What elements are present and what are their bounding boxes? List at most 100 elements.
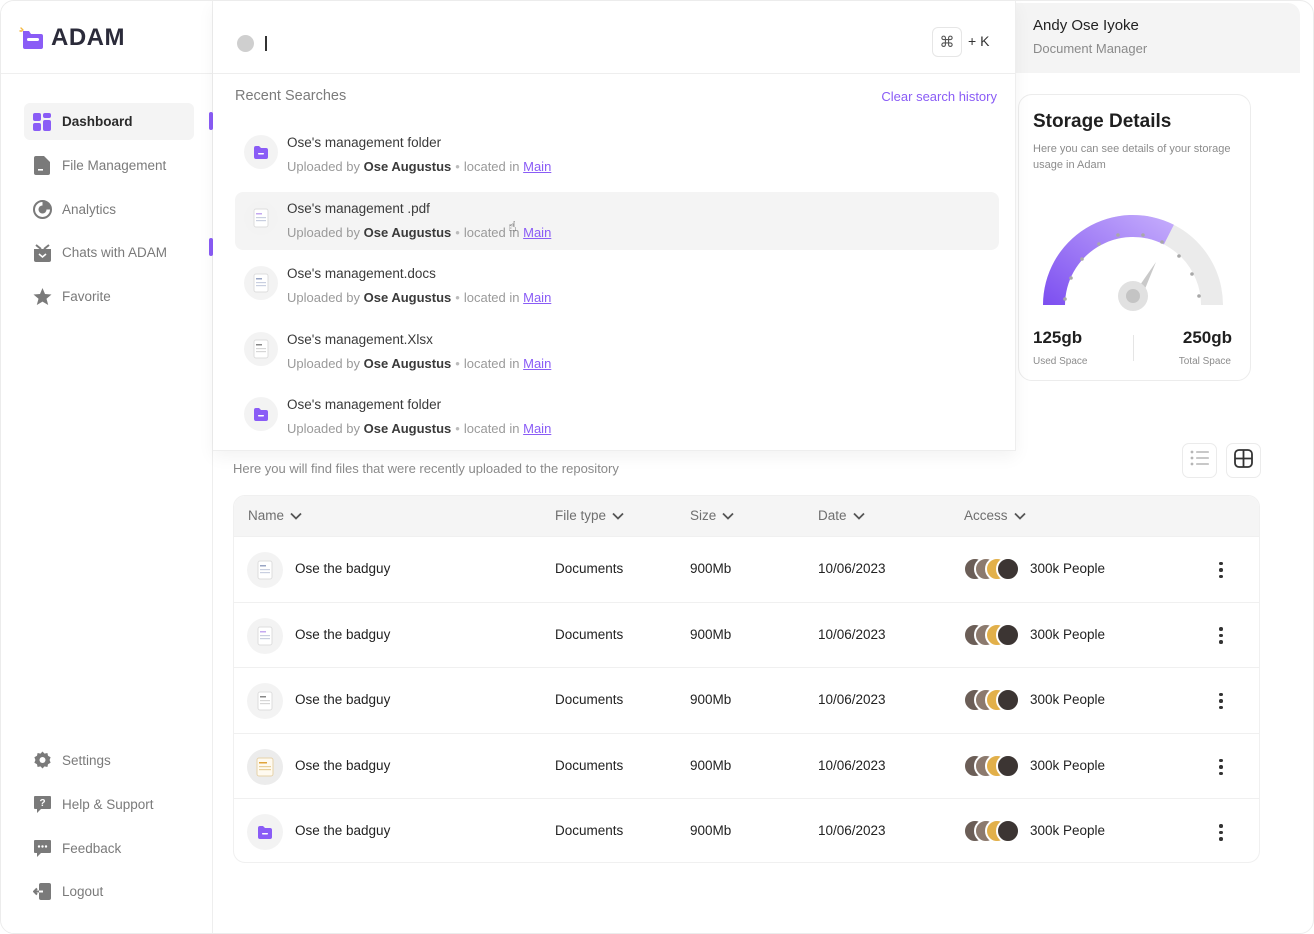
- avatar: [996, 753, 1020, 778]
- feedback-icon: [32, 838, 52, 858]
- uploader-name: Ose Augustus: [363, 421, 452, 437]
- list-icon: [1190, 450, 1210, 471]
- files-table: Name File type Size Date Access Ose the …: [233, 495, 1260, 863]
- total-space-label: Total Space: [1178, 356, 1231, 367]
- table-row[interactable]: Ose the badguy Documents 900Mb 10/06/202…: [234, 732, 1259, 799]
- location-link[interactable]: Main: [523, 225, 551, 240]
- storage-description: Here you can see details of your storage…: [1033, 143, 1231, 171]
- folder-icon: [247, 814, 283, 851]
- access-avatars: [963, 688, 1023, 713]
- logo[interactable]: ADAM: [19, 23, 125, 53]
- table-row[interactable]: Ose the badguy Documents 900Mb 10/06/202…: [234, 601, 1259, 668]
- table-row[interactable]: Ose the badguy Documents 900Mb 10/06/202…: [234, 798, 1259, 862]
- pdf-file-icon: [247, 617, 283, 654]
- column-header-file-type[interactable]: File type: [555, 508, 624, 523]
- search-icon: [237, 35, 254, 52]
- result-meta: Uploaded by Ose Augustus • located in Main: [287, 355, 552, 371]
- hand-cursor-icon: ☝: [508, 217, 517, 234]
- doc-file-icon: [247, 552, 283, 588]
- file-size: 900Mb: [690, 692, 732, 708]
- sidebar-item-chats[interactable]: Chats with ADAM: [24, 234, 194, 271]
- search-dropdown: ⌘ + K Recent Searches Clear search histo…: [213, 1, 1016, 451]
- avatar: [996, 622, 1020, 647]
- file-type: Documents: [555, 823, 624, 839]
- list-view-button[interactable]: [1182, 443, 1217, 478]
- storage-details-card: Storage Details Here you can see details…: [1018, 94, 1251, 381]
- access-avatars: [963, 753, 1023, 778]
- result-title: Ose's management folder: [287, 135, 442, 150]
- recent-search-item[interactable]: Ose's management.Xlsx Uploaded by Ose Au…: [235, 323, 999, 381]
- avatar: [996, 819, 1020, 844]
- file-size: 900Mb: [690, 626, 732, 642]
- sidebar-item-logout[interactable]: Logout: [24, 873, 194, 910]
- sidebar-item-favorite[interactable]: Favorite: [24, 278, 194, 315]
- row-menu-button[interactable]: [1211, 624, 1231, 648]
- recent-search-item[interactable]: Ose's management .pdf Uploaded by Ose Au…: [235, 191, 999, 250]
- sidebar-item-label: Analytics: [62, 201, 117, 217]
- access-avatars: [963, 622, 1023, 647]
- row-menu-button[interactable]: [1211, 558, 1231, 582]
- uploader-name: Ose Augustus: [363, 355, 452, 371]
- recent-search-item[interactable]: Ose's management.docs Uploaded by Ose Au…: [235, 257, 999, 315]
- xlsx-file-icon: [244, 331, 278, 366]
- file-date: 10/06/2023: [818, 757, 886, 773]
- result-meta: Uploaded by Ose Augustus • located in Main: [287, 290, 552, 306]
- table-row[interactable]: Ose the badguy Documents 900Mb 10/06/202…: [234, 536, 1259, 602]
- gear-icon: [32, 751, 52, 771]
- location-link[interactable]: Main: [523, 159, 551, 174]
- result-title: Ose's management.docs: [287, 266, 436, 282]
- row-menu-button[interactable]: [1211, 689, 1231, 713]
- location-link[interactable]: Main: [523, 356, 551, 371]
- file-name: Ose the badguy: [295, 561, 391, 576]
- access-count: 300k People: [1030, 823, 1106, 839]
- access-count: 300k People: [1030, 626, 1106, 642]
- sidebar-item-dashboard[interactable]: Dashboard: [24, 103, 194, 140]
- sidebar-item-analytics[interactable]: Analytics: [24, 191, 194, 228]
- file-name: Ose the badguy: [295, 692, 391, 708]
- file-date: 10/06/2023: [818, 561, 886, 576]
- table-row[interactable]: Ose the badguy Documents 900Mb 10/06/202…: [234, 667, 1259, 733]
- storage-gauge: [1043, 214, 1223, 311]
- file-icon: [32, 155, 52, 175]
- result-title: Ose's management.Xlsx: [287, 331, 433, 347]
- sidebar-item-feedback[interactable]: Feedback: [24, 830, 194, 867]
- file-type: Documents: [555, 692, 624, 708]
- row-menu-button[interactable]: [1211, 755, 1231, 779]
- sidebar-item-file-management[interactable]: File Management: [24, 147, 194, 184]
- row-menu-button[interactable]: [1211, 820, 1231, 844]
- location-link[interactable]: Main: [523, 421, 551, 436]
- sidebar-item-label: Settings: [62, 753, 111, 768]
- result-meta: Uploaded by Ose Augustus • located in Main: [287, 159, 552, 174]
- access-count: 300k People: [1030, 757, 1106, 773]
- file-type: Documents: [555, 626, 624, 642]
- storage-divider: [1133, 335, 1134, 361]
- file-name: Ose the badguy: [295, 626, 391, 642]
- svg-text:?: ?: [39, 798, 45, 809]
- sidebar-item-settings[interactable]: Settings: [24, 742, 194, 779]
- clear-search-history-link[interactable]: Clear search history: [881, 89, 997, 104]
- grid-view-button[interactable]: [1226, 443, 1261, 478]
- file-size: 900Mb: [690, 757, 732, 773]
- sidebar-item-help[interactable]: ? Help & Support: [24, 786, 194, 823]
- app-window: ADAM Dashboard File Management Analytics…: [0, 0, 1314, 934]
- search-input[interactable]: [263, 31, 863, 55]
- help-icon: ?: [32, 794, 52, 814]
- access-count: 300k People: [1030, 561, 1106, 576]
- sidebar-item-label: File Management: [62, 157, 167, 173]
- table-header: Name File type Size Date Access: [234, 496, 1259, 536]
- column-header-size[interactable]: Size: [690, 508, 734, 523]
- files-subtitle: Here you will find files that were recen…: [233, 461, 619, 476]
- bottom-nav: Settings ? Help & Support Feedback Logou…: [24, 742, 194, 917]
- file-date: 10/06/2023: [818, 626, 886, 642]
- access-avatars: [963, 819, 1023, 844]
- column-header-date[interactable]: Date: [818, 508, 865, 523]
- command-key-icon: ⌘: [932, 27, 962, 57]
- user-profile[interactable]: Andy Ose Iyoke Document Manager: [1015, 3, 1300, 73]
- recent-search-item[interactable]: Ose's management folder Uploaded by Ose …: [235, 388, 999, 446]
- recent-search-item[interactable]: Ose's management folder Uploaded by Ose …: [235, 126, 999, 184]
- sidebar: ADAM Dashboard File Management Analytics…: [1, 1, 213, 933]
- column-header-access[interactable]: Access: [964, 508, 1026, 523]
- search-bar: ⌘ + K: [213, 1, 1016, 74]
- column-header-name[interactable]: Name: [248, 508, 302, 523]
- location-link[interactable]: Main: [523, 290, 551, 305]
